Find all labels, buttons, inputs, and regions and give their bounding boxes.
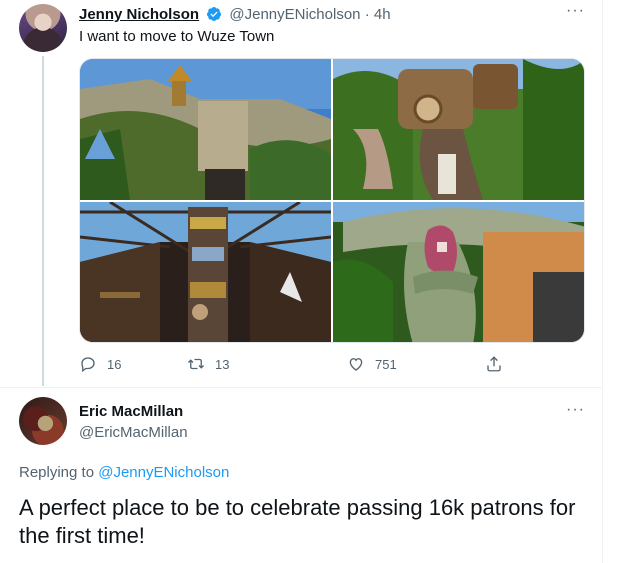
replying-to-handle-link[interactable]: @JennyENicholson xyxy=(98,464,229,481)
reply-more-options-icon[interactable]: ··· xyxy=(566,401,585,419)
tweet-text: I want to move to Wuze Town xyxy=(79,28,275,45)
share-icon xyxy=(487,356,501,372)
media-photo-1[interactable] xyxy=(80,59,331,200)
avatar-jenny[interactable] xyxy=(19,4,67,52)
verified-badge-icon xyxy=(207,7,222,21)
timeline-column: Jenny Nicholson @JennyENicholson · 4h ··… xyxy=(0,0,603,563)
reply-author-handle[interactable]: @EricMacMillan xyxy=(79,423,188,443)
share-button[interactable] xyxy=(485,355,513,373)
tweet-timestamp[interactable]: 4h xyxy=(374,6,391,23)
replying-to-label: Replying to xyxy=(19,464,99,481)
replying-to-line: Replying to @JennyENicholson xyxy=(19,463,229,483)
retweet-button[interactable]: 13 xyxy=(187,355,229,373)
author-name[interactable]: Jenny Nicholson xyxy=(79,6,199,23)
author-handle[interactable]: @JennyENicholson xyxy=(229,6,360,23)
more-options-icon[interactable]: ··· xyxy=(566,2,585,20)
retweet-count: 13 xyxy=(215,356,230,372)
tweet-actions-bar: 16 13 751 xyxy=(79,355,509,377)
tweet-header: Jenny Nicholson @JennyENicholson · 4h xyxy=(79,5,391,25)
like-button[interactable]: 751 xyxy=(347,355,397,373)
thread-connector-line xyxy=(42,56,44,386)
media-photo-4[interactable] xyxy=(333,202,585,343)
time-separator: · xyxy=(364,6,370,23)
reply-text: A perfect place to be to celebrate passi… xyxy=(19,495,576,548)
like-count: 751 xyxy=(375,356,397,372)
reply-button[interactable]: 16 xyxy=(79,355,121,373)
media-photo-2[interactable] xyxy=(333,59,585,200)
tweet-media-grid[interactable] xyxy=(79,58,585,343)
tweet-divider xyxy=(0,387,603,388)
reply-author-name[interactable]: Eric MacMillan xyxy=(79,402,183,422)
avatar-eric[interactable] xyxy=(19,397,67,445)
like-icon xyxy=(349,358,363,371)
reply-icon xyxy=(81,357,95,373)
media-photo-3[interactable] xyxy=(80,202,331,343)
reply-count: 16 xyxy=(107,356,122,372)
retweet-icon xyxy=(188,358,204,370)
